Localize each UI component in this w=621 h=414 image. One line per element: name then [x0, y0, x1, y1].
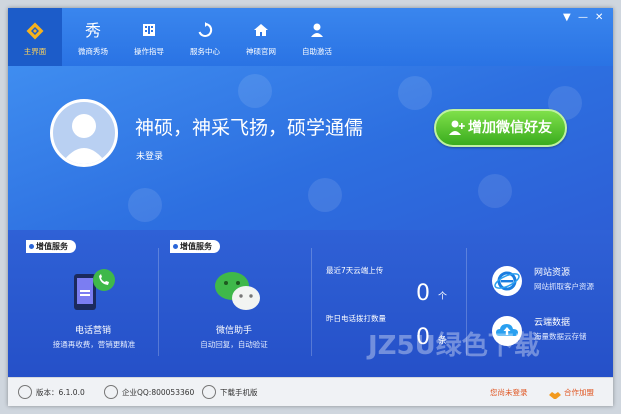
nav-tab-service[interactable]: 服务中心: [178, 8, 232, 66]
stat-value-cloud-upload: 0: [416, 281, 430, 306]
login-warning-link[interactable]: 您尚未登录: [490, 388, 528, 397]
decor-bubble: [238, 74, 272, 108]
hero-banner: 神硕，神采飞扬，硕学通儒 未登录 增加微信好友: [8, 66, 613, 230]
handshake-icon: [548, 386, 562, 405]
service-subtitle: 接通再收费，营销更精准: [52, 340, 136, 349]
decor-bubble: [308, 178, 342, 212]
status-bar: 版本：6.1.0.0 企业QQ:800053360 下载手机版 您尚未登录 合作…: [8, 377, 613, 406]
nav-tab-label: 自助激活: [302, 47, 332, 56]
decor-bubble: [128, 188, 162, 222]
decor-bubble: [478, 174, 512, 208]
nav-tab-label: 主界面: [23, 47, 47, 56]
minimize-button[interactable]: —: [578, 13, 588, 23]
stat-label-calls: 昨日电话拨打数量: [326, 314, 386, 323]
value-added-badge: 增值服务: [26, 240, 76, 253]
watermark: JZ5U绿色下载: [368, 331, 540, 361]
phone-marketing-icon: [72, 268, 116, 318]
enterprise-qq-link[interactable]: 企业QQ:800053360: [122, 388, 194, 397]
service-title: 微信助手: [215, 326, 252, 336]
ie-browser-icon: [492, 266, 522, 296]
service-subtitle: 自动回复，自动验证: [200, 340, 268, 349]
close-button[interactable]: ✕: [595, 13, 603, 23]
resource-subtitle: 网站抓取客户资源: [534, 282, 594, 291]
add-wechat-friend-button[interactable]: 增加微信好友: [434, 109, 567, 147]
service-title: 电话营销: [74, 326, 111, 336]
version-logo-icon: [18, 385, 32, 399]
version-text: 版本：6.1.0.0: [36, 388, 85, 397]
nav-tab-guide[interactable]: 操作指导: [122, 8, 176, 66]
user-icon: [290, 22, 344, 40]
nav-tab-label: 操作指导: [134, 47, 164, 56]
divider: [158, 248, 159, 356]
nav-tab-label: 服务中心: [190, 47, 220, 56]
add-user-icon: [449, 120, 465, 135]
partner-join-link[interactable]: 合作加盟: [564, 388, 594, 397]
default-avatar-icon: [61, 114, 107, 164]
divider: [311, 248, 312, 356]
decor-bubble: [398, 76, 432, 110]
value-added-badge: 增值服务: [170, 240, 220, 253]
qq-icon: [104, 385, 118, 399]
stat-unit: 个: [438, 292, 448, 302]
refresh-icon: [178, 22, 232, 40]
download-mobile-link[interactable]: 下载手机版: [220, 388, 258, 397]
nav-tab-label: 微商秀场: [78, 47, 108, 56]
app-window: 主界面 秀 微商秀场 操作指导 服务中心 神硕官网 自助激活 ▼ — ✕ 神硕，…: [8, 8, 613, 406]
login-status-link[interactable]: 未登录: [136, 152, 163, 163]
slogan-heading: 神硕，神采飞扬，硕学通儒: [135, 117, 364, 139]
nav-tab-main[interactable]: 主界面: [8, 8, 62, 66]
home-logo-icon: [8, 22, 62, 40]
nav-tab-website[interactable]: 神硕官网: [234, 8, 288, 66]
menu-dropdown-button[interactable]: ▼: [563, 13, 571, 23]
stat-label-cloud-upload: 最近7天云端上传: [326, 266, 384, 275]
avatar[interactable]: [50, 99, 118, 167]
download-icon: [202, 385, 216, 399]
nav-tab-activate[interactable]: 自助激活: [290, 8, 344, 66]
resource-subtitle: 海量数据云存储: [534, 332, 587, 341]
house-icon: [234, 22, 288, 40]
resource-title: 云端数据: [534, 318, 571, 328]
wechat-icon: [214, 270, 262, 318]
resource-title: 网站资源: [534, 268, 571, 278]
top-nav-bar: 主界面 秀 微商秀场 操作指导 服务中心 神硕官网 自助激活 ▼ — ✕: [8, 8, 613, 66]
add-button-label: 增加微信好友: [468, 120, 552, 136]
show-text-icon: 秀: [84, 21, 101, 40]
nav-tab-show[interactable]: 秀 微商秀场: [66, 8, 120, 66]
film-icon: [122, 22, 176, 40]
nav-tab-label: 神硕官网: [246, 47, 276, 56]
